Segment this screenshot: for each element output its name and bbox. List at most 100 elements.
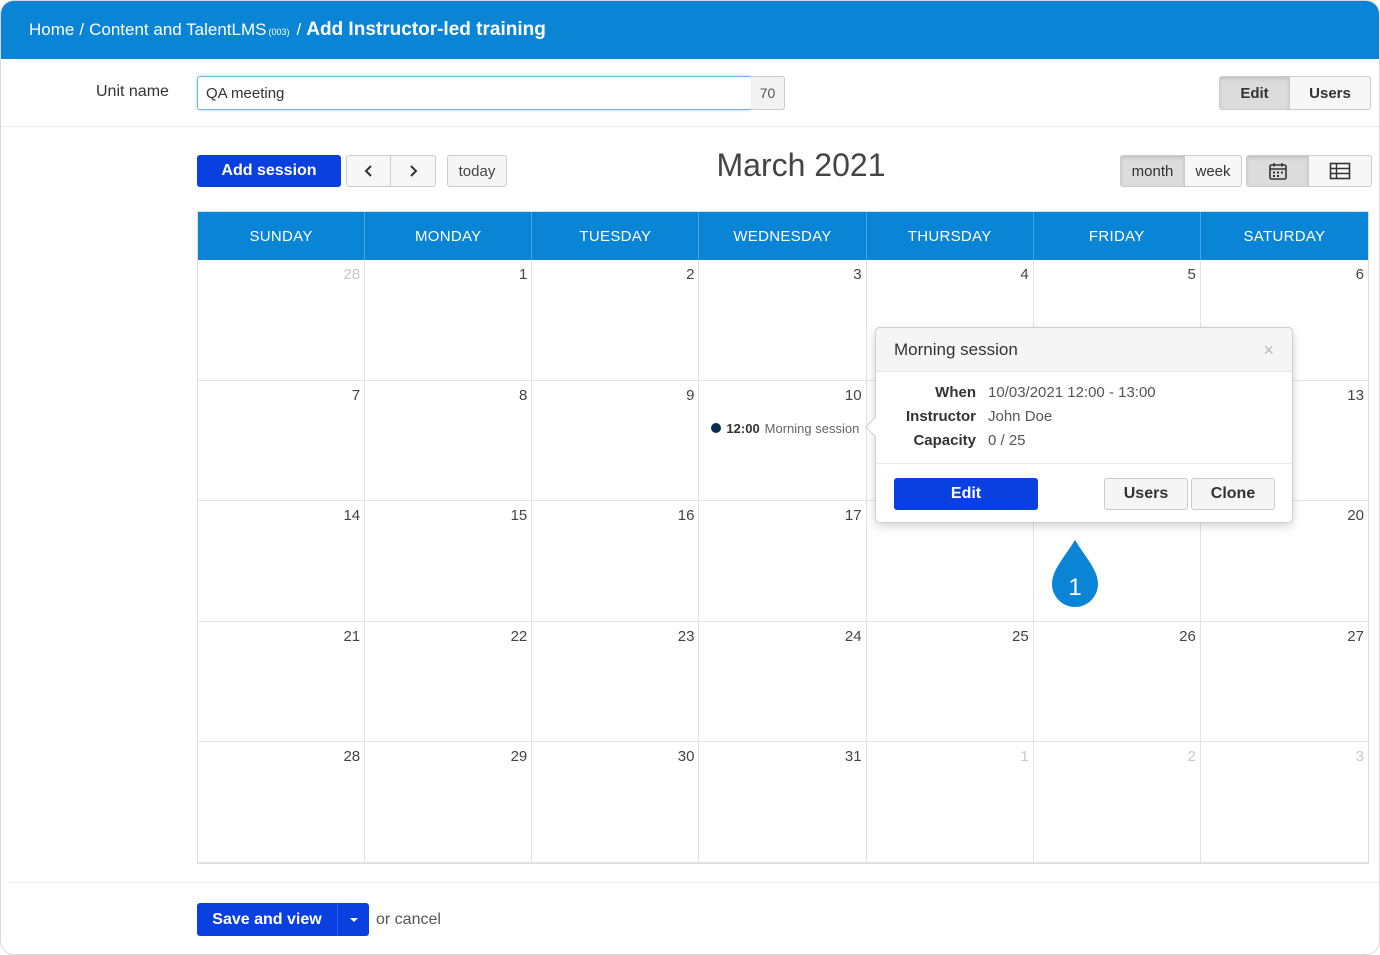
unit-name-input[interactable] [197, 76, 752, 110]
table-list-icon [1329, 162, 1351, 180]
day-cell[interactable]: 30 [532, 742, 700, 863]
day-cell[interactable]: 29 [365, 742, 533, 863]
popover-details: When 10/03/2021 12:00 - 13:00 Instructor… [876, 372, 1292, 464]
page-title: Add Instructor-led training [306, 19, 546, 40]
day-number: 14 [343, 507, 361, 525]
day-cell[interactable]: 23 [532, 621, 700, 743]
day-cell[interactable]: 31 [699, 742, 867, 863]
day-cell[interactable]: 27 [1200, 622, 1368, 743]
day-cell[interactable]: 1 [365, 260, 533, 381]
breadcrumb-separator: / [296, 20, 302, 39]
save-and-view-button[interactable]: Save and view [197, 903, 369, 936]
day-number: 21 [343, 627, 361, 645]
step-marker-label: 1 [1068, 574, 1081, 601]
day-number: 3 [853, 266, 862, 283]
weekday-sunday: SUNDAY [198, 212, 366, 260]
day-number: 9 [686, 386, 695, 404]
day-cell[interactable]: 24 [699, 621, 867, 743]
day-cell[interactable]: 22 [365, 621, 533, 743]
caret-down-icon [349, 917, 358, 922]
day-number: 25 [1012, 627, 1029, 645]
session-users-button[interactable]: Users [1104, 478, 1188, 510]
day-number: 28 [343, 266, 361, 283]
unit-name-char-count: 70 [751, 76, 785, 110]
list-view-button[interactable] [1309, 156, 1371, 186]
when-value: 10/03/2021 12:00 - 13:00 [988, 384, 1156, 401]
day-number: 15 [510, 507, 528, 525]
next-month-button[interactable] [391, 156, 435, 186]
day-number: 26 [1179, 627, 1196, 645]
weekday-header: SUNDAY MONDAY TUESDAY WEDNESDAY THURSDAY… [198, 212, 1368, 260]
day-cell[interactable]: 1 [866, 742, 1034, 863]
day-number: 29 [510, 748, 528, 766]
session-edit-button[interactable]: Edit [894, 478, 1038, 510]
day-number: 7 [351, 386, 361, 404]
day-cell[interactable]: 21 [198, 621, 366, 743]
calendar-view-button[interactable] [1247, 156, 1309, 186]
day-cell[interactable]: 15 [365, 501, 533, 622]
calendar-icon [1268, 163, 1287, 180]
popover-header: Morning session × [876, 328, 1292, 372]
app-window: Home / Content and TalentLMS (003) / Add… [0, 0, 1380, 955]
footer-divider [9, 882, 1379, 883]
day-cell[interactable]: 14 [198, 501, 366, 622]
weekday-thursday: THURSDAY [867, 212, 1034, 260]
day-number: 28 [343, 748, 361, 766]
prev-month-button[interactable] [347, 156, 391, 186]
capacity-row: Capacity 0 / 25 [876, 432, 1025, 449]
day-cell[interactable]: 16 [532, 501, 700, 622]
instructor-label: Instructor [905, 408, 976, 425]
day-number: 5 [1187, 266, 1196, 283]
event-time: 12:00 [726, 420, 760, 436]
day-cell[interactable]: 25 [866, 621, 1034, 743]
day-cell[interactable]: 26 [1033, 621, 1201, 743]
breadcrumb-home[interactable]: Home [29, 20, 74, 40]
day-cell[interactable]: 7 [198, 380, 366, 502]
weekday-saturday: SATURDAY [1243, 227, 1326, 245]
step-marker-icon: 1 [1052, 540, 1098, 607]
day-cell[interactable]: 2 [1033, 742, 1201, 863]
tab-users[interactable]: Users [1290, 77, 1370, 109]
save-options-dropdown[interactable] [337, 903, 369, 936]
day-number: 1 [518, 266, 528, 283]
breadcrumb-course-id: (003) [268, 27, 290, 37]
view-month-button[interactable]: month [1121, 156, 1185, 186]
tab-edit[interactable]: Edit [1220, 77, 1290, 109]
instructor-row: Instructor John Doe [876, 408, 1052, 425]
day-number: 27 [1347, 627, 1364, 645]
view-week-button[interactable]: week [1185, 156, 1241, 186]
cancel-link[interactable]: or cancel [376, 911, 441, 929]
session-clone-button[interactable]: Clone [1191, 478, 1275, 510]
add-session-button[interactable]: Add session [197, 155, 341, 187]
layout-switcher [1246, 155, 1372, 187]
day-cell[interactable]: 10 12:00 Morning session [699, 380, 867, 502]
day-number: 2 [686, 266, 695, 283]
breadcrumb-course[interactable]: Content and TalentLMS [89, 20, 266, 40]
when-label: When [935, 384, 976, 401]
weekday-tuesday: TUESDAY [532, 212, 700, 260]
day-cell[interactable]: 2 [532, 260, 700, 381]
day-cell[interactable]: 9 [532, 380, 700, 502]
day-number: 2 [1187, 748, 1196, 766]
day-number: 22 [510, 627, 528, 645]
close-icon[interactable]: × [1263, 340, 1274, 361]
breadcrumb: Home / Content and TalentLMS (003) / Add… [1, 1, 1379, 59]
day-number: 8 [518, 386, 528, 404]
day-cell[interactable]: 3 [1200, 742, 1368, 863]
today-button[interactable]: today [447, 155, 507, 187]
day-number: 4 [1020, 266, 1029, 283]
when-row: When 10/03/2021 12:00 - 13:00 [876, 384, 1156, 401]
day-cell[interactable]: 17 [699, 501, 867, 622]
day-cell[interactable]: 3 [699, 260, 867, 381]
day-number: 17 [844, 507, 862, 525]
calendar-event[interactable]: 12:00 Morning session [711, 421, 859, 436]
day-cell[interactable]: 28 [198, 742, 366, 863]
day-number: 30 [677, 748, 695, 766]
day-number: 1 [1020, 748, 1029, 766]
day-cell[interactable]: 8 [365, 380, 533, 502]
day-cell[interactable]: 28 [198, 260, 366, 381]
save-and-view-label: Save and view [212, 910, 322, 928]
chevron-left-icon [364, 165, 372, 177]
popover-title: Morning session [894, 339, 1018, 359]
capacity-label: Capacity [913, 432, 976, 449]
